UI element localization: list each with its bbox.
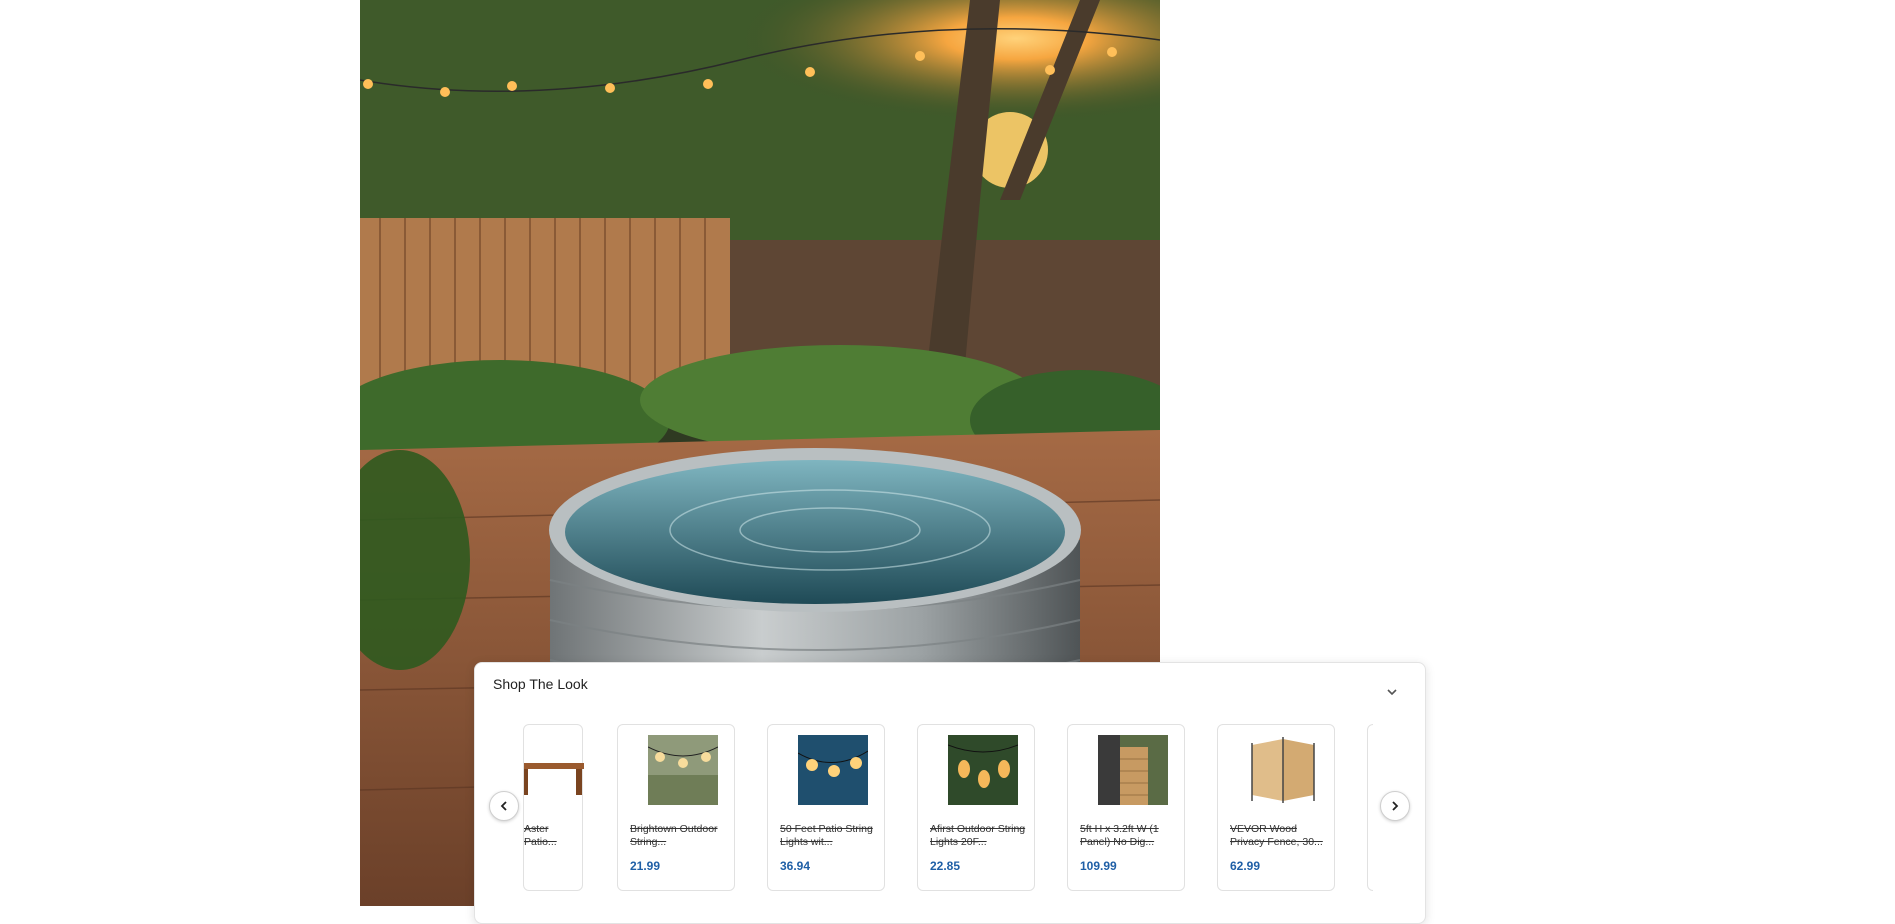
product-card[interactable]: 50 Feet Patio String Lights wit... 36.94 — [767, 724, 885, 891]
chevron-down-icon — [1387, 689, 1397, 696]
string-lights-bulbs-thumbnail — [948, 735, 1018, 805]
product-title: 50 Feet Patio String Lights wit... — [780, 823, 873, 848]
product-price: 21.99 — [630, 859, 661, 873]
wood-bench-thumbnail — [524, 735, 594, 805]
string-lights-blue-thumbnail — [798, 735, 868, 805]
product-card[interactable]: Afirst Outdoor String Lights 20F... 22.8… — [917, 724, 1035, 891]
product-carousel: Aster Patio... Brightown Outdoor String.… — [523, 721, 1373, 921]
product-card[interactable]: Aster Patio... — [523, 724, 584, 891]
collapse-button[interactable] — [1381, 681, 1403, 703]
panel-title: Shop The Look — [493, 676, 588, 692]
product-price: 62.99 — [1230, 859, 1261, 873]
chevron-right-icon — [1392, 801, 1399, 811]
string-lights-thumbnail — [648, 735, 718, 805]
product-title: Aster Patio... — [524, 823, 557, 848]
product-card[interactable]: 5ft H x 3.2ft W (1 Panel) No Dig... 109.… — [1067, 724, 1185, 891]
product-card[interactable] — [1367, 724, 1373, 891]
privacy-screen-thumbnail — [1248, 735, 1318, 805]
product-title: Brightown Outdoor String... — [630, 823, 718, 848]
carousel-next-button[interactable] — [1380, 791, 1410, 821]
carousel-prev-button[interactable] — [489, 791, 519, 821]
chevron-left-icon — [500, 801, 507, 811]
product-price: 36.94 — [780, 859, 811, 873]
shop-the-look-panel: Shop The Look Aster Patio... Brightown O… — [474, 662, 1426, 924]
product-card[interactable]: VEVOR Wood Privacy Fence, 30... 62.99 — [1217, 724, 1335, 891]
fence-panel-thumbnail — [1098, 735, 1168, 805]
product-title: VEVOR Wood Privacy Fence, 30... — [1230, 823, 1323, 848]
product-title: 5ft H x 3.2ft W (1 Panel) No Dig... — [1080, 823, 1159, 848]
product-price: 22.85 — [930, 859, 961, 873]
product-price: 109.99 — [1080, 859, 1117, 873]
product-title: Afirst Outdoor String Lights 20F... — [930, 823, 1026, 848]
product-card[interactable]: Brightown Outdoor String... 21.99 — [617, 724, 735, 891]
